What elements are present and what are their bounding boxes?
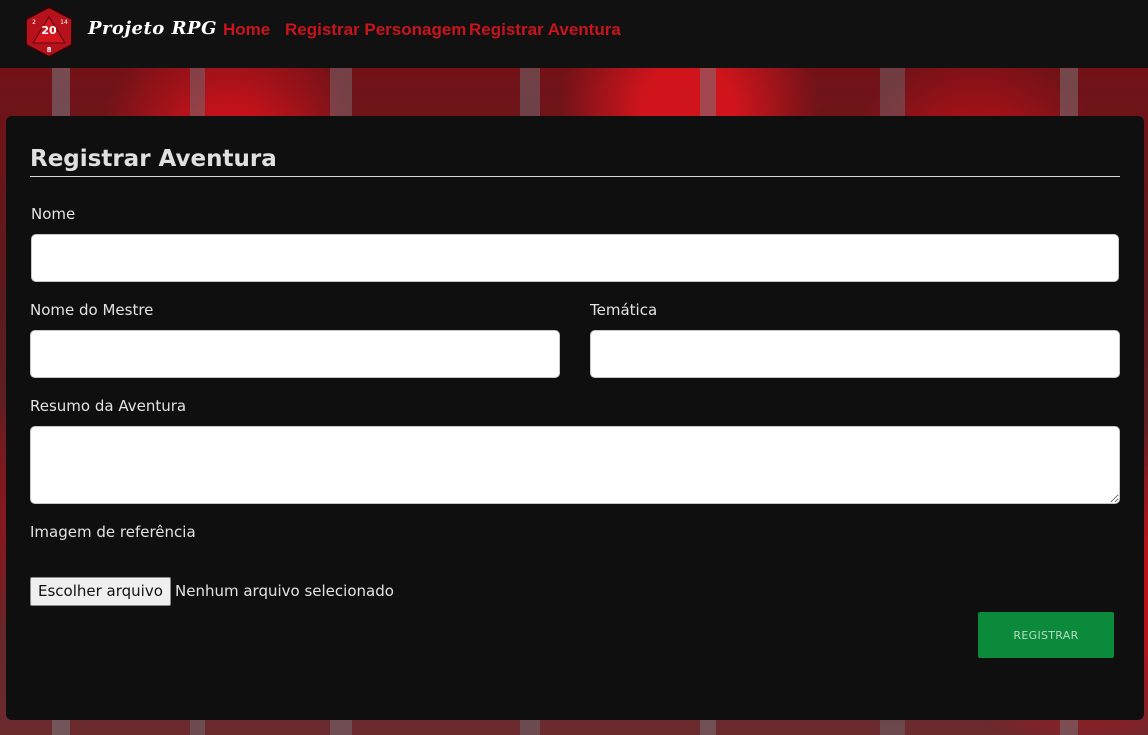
dice-number-main: 20 (41, 24, 57, 37)
mestre-label: Nome do Mestre (30, 301, 154, 319)
dice-number-bottom: 8 (47, 46, 52, 54)
dice-number-right: 14 (60, 19, 68, 26)
dice-number-left: 2 (32, 19, 36, 26)
resumo-label: Resumo da Aventura (30, 397, 187, 415)
brand-title[interactable]: Projeto RPG (88, 18, 217, 39)
form-card: Registrar Aventura Nome Nome do Mestre T… (6, 116, 1144, 720)
navbar: 20 2 14 8 Projeto RPG Home Registrar Per… (0, 0, 1148, 68)
imagem-label: Imagem de referência (30, 523, 196, 541)
tematica-label: Temática (590, 301, 658, 319)
d20-dice-logo-icon[interactable]: 20 2 14 8 (22, 5, 76, 59)
nome-label: Nome (31, 205, 76, 223)
form-title: Registrar Aventura (30, 146, 277, 172)
choose-file-button[interactable]: Escolher arquivo (30, 577, 171, 606)
nav-link-home[interactable]: Home (223, 20, 270, 40)
file-status-text: Nenhum arquivo selecionado (175, 582, 394, 600)
nav-link-registrar-aventura[interactable]: Registrar Aventura (469, 20, 621, 40)
title-divider (30, 176, 1120, 177)
nome-input[interactable] (31, 234, 1119, 282)
registrar-button[interactable]: REGISTRAR (978, 612, 1114, 658)
mestre-input[interactable] (30, 330, 560, 378)
resumo-textarea[interactable] (30, 426, 1120, 504)
tematica-input[interactable] (590, 330, 1120, 378)
nav-link-registrar-personagem[interactable]: Registrar Personagem (285, 20, 466, 40)
